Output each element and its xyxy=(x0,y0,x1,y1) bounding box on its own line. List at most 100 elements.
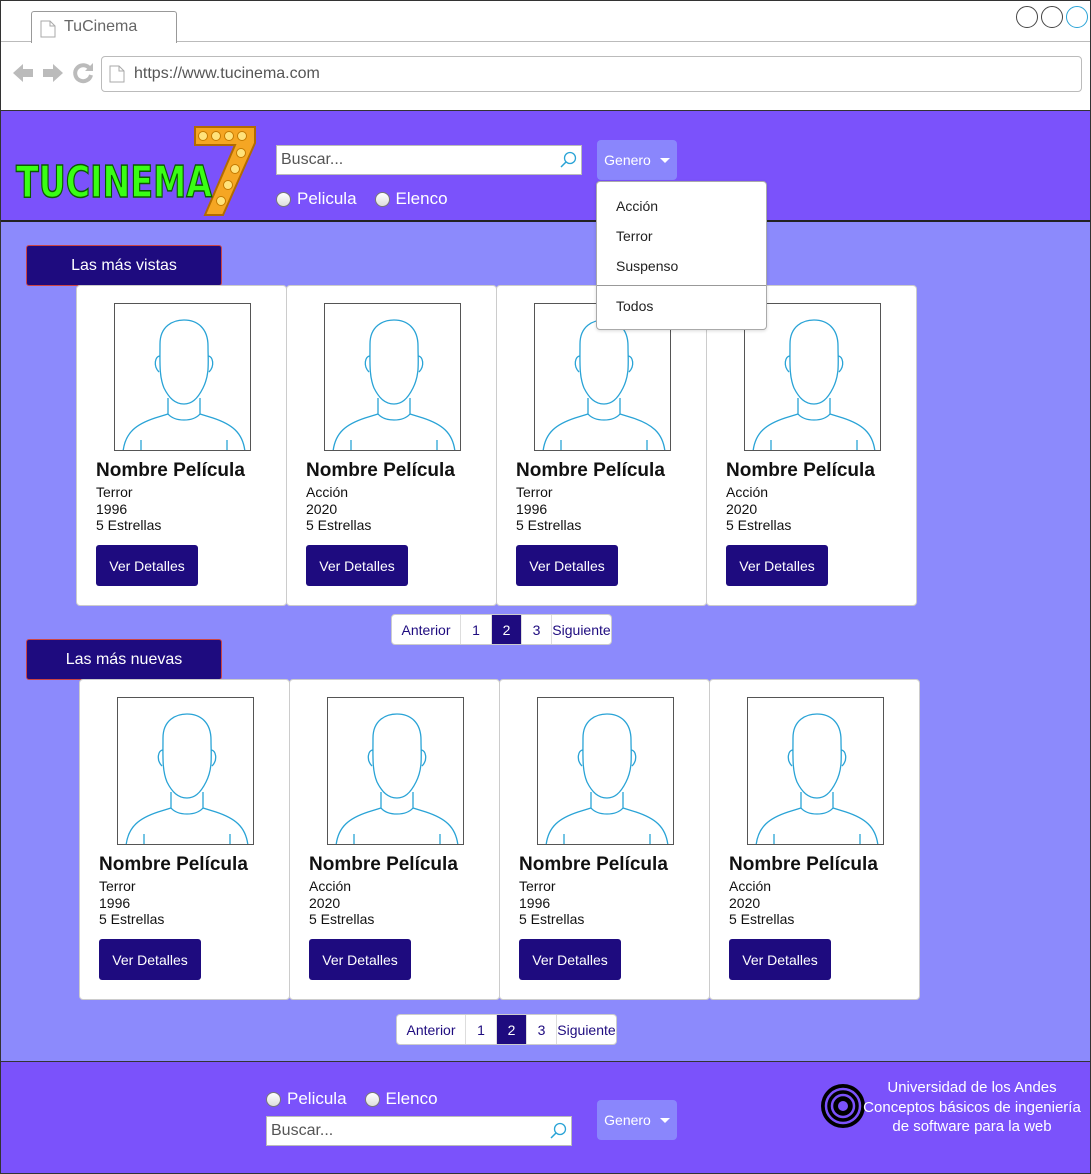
page-icon xyxy=(109,65,125,88)
movie-year: 1996 xyxy=(519,895,551,911)
radio-pelicula[interactable]: Pelicula xyxy=(266,1089,347,1109)
genre-menu-item[interactable]: Acción xyxy=(616,198,658,214)
radio-button[interactable] xyxy=(266,1091,281,1107)
site-footer: Pelicula Elenco Genero xyxy=(1,1061,1090,1173)
genre-menu-item[interactable]: Suspenso xyxy=(616,258,678,274)
movie-title: Nombre Película xyxy=(306,460,455,481)
search-input[interactable] xyxy=(267,1117,547,1145)
genre-dropdown-button[interactable]: Genero xyxy=(597,140,677,180)
movie-card: Nombre Película Terror 1996 5 Estrellas … xyxy=(496,285,707,606)
pagination-page[interactable]: 3 xyxy=(527,1015,557,1044)
radio-button[interactable] xyxy=(364,1091,380,1107)
back-arrow-icon[interactable] xyxy=(11,61,35,90)
person-placeholder-icon xyxy=(117,697,254,845)
magnifier-icon[interactable] xyxy=(559,151,577,174)
pagination-next[interactable]: Siguiente xyxy=(557,1015,616,1044)
radio-pelicula[interactable]: Pelicula xyxy=(276,189,357,209)
search-type-radios: Pelicula Elenco xyxy=(276,189,448,209)
movie-genre: Terror xyxy=(516,484,553,500)
details-button[interactable]: Ver Detalles xyxy=(99,939,201,980)
pagination: Anterior 1 2 3 Siguiente xyxy=(391,614,612,645)
movie-card: Nombre Película Acción 2020 5 Estrellas … xyxy=(706,285,917,606)
genre-menu-item-all[interactable]: Todos xyxy=(616,298,653,314)
details-button[interactable]: Ver Detalles xyxy=(726,545,828,586)
university-logo-icon xyxy=(819,1082,867,1130)
section-title-most-viewed: Las más vistas xyxy=(26,245,222,286)
nav-buttons xyxy=(11,61,95,90)
movie-rating: 5 Estrellas xyxy=(306,517,372,533)
pagination-next[interactable]: Siguiente xyxy=(552,615,611,644)
movie-title: Nombre Película xyxy=(519,854,668,875)
radio-elenco[interactable]: Elenco xyxy=(374,189,448,209)
minimize-button[interactable] xyxy=(1016,6,1038,28)
radio-label: Pelicula xyxy=(297,189,357,208)
radio-label: Pelicula xyxy=(287,1089,347,1108)
movie-rating: 5 Estrellas xyxy=(729,911,795,927)
magnifier-icon[interactable] xyxy=(549,1122,567,1145)
tucinema-logo[interactable]: TUCINEMA xyxy=(15,125,257,217)
movie-genre: Acción xyxy=(726,484,769,500)
movie-title: Nombre Película xyxy=(516,460,665,481)
radio-button[interactable] xyxy=(374,191,390,207)
details-button[interactable]: Ver Detalles xyxy=(306,545,408,586)
chevron-down-icon xyxy=(659,1117,670,1123)
radio-elenco[interactable]: Elenco xyxy=(364,1089,438,1109)
tab-title: TuCinema xyxy=(64,18,138,35)
chevron-down-icon xyxy=(659,157,670,163)
details-button[interactable]: Ver Detalles xyxy=(516,545,618,586)
genre-button-label: Genero xyxy=(604,152,651,168)
movie-genre: Acción xyxy=(309,878,352,894)
genre-button-label: Genero xyxy=(604,1112,651,1128)
genre-dropdown-button[interactable]: Genero xyxy=(597,1100,677,1140)
movie-title: Nombre Película xyxy=(96,460,245,481)
pagination-page-active[interactable]: 2 xyxy=(492,615,522,644)
header-search xyxy=(276,145,582,175)
pagination-page[interactable]: 3 xyxy=(522,615,552,644)
radio-label: Elenco xyxy=(395,189,448,208)
close-button[interactable] xyxy=(1066,6,1088,28)
details-button[interactable]: Ver Detalles xyxy=(309,939,411,980)
search-input[interactable] xyxy=(277,146,557,174)
movie-card: Nombre Película Terror 1996 5 Estrellas … xyxy=(76,285,287,606)
genre-menu-item[interactable]: Terror xyxy=(616,228,653,244)
browser-tab[interactable]: TuCinema xyxy=(31,11,177,43)
movie-title: Nombre Película xyxy=(729,854,878,875)
pagination-prev[interactable]: Anterior xyxy=(392,615,461,644)
genre-menu: Acción Terror Suspenso Todos xyxy=(596,181,767,330)
logo-text: TUCINEMA xyxy=(16,157,212,208)
browser-window: TuCinema https://www.tucinema.com TUCINE… xyxy=(0,0,1091,1174)
movie-rating: 5 Estrellas xyxy=(726,517,792,533)
person-placeholder-icon xyxy=(114,303,251,451)
movie-rating: 5 Estrellas xyxy=(516,517,582,533)
maximize-button[interactable] xyxy=(1041,6,1063,28)
movie-rating: 5 Estrellas xyxy=(519,911,585,927)
reload-icon[interactable] xyxy=(71,61,95,90)
address-bar[interactable]: https://www.tucinema.com xyxy=(101,56,1082,92)
forward-arrow-icon[interactable] xyxy=(41,61,65,90)
movie-genre: Acción xyxy=(306,484,349,500)
pagination-page[interactable]: 1 xyxy=(461,615,492,644)
movie-genre: Terror xyxy=(96,484,133,500)
movie-year: 1996 xyxy=(99,895,131,911)
section-title-newest: Las más nuevas xyxy=(26,639,222,680)
menu-divider xyxy=(597,285,766,286)
pagination: Anterior 1 2 3 Siguiente xyxy=(396,1014,617,1045)
details-button[interactable]: Ver Detalles xyxy=(519,939,621,980)
pagination-page[interactable]: 1 xyxy=(466,1015,497,1044)
movie-year: 2020 xyxy=(306,501,338,517)
radio-button[interactable] xyxy=(276,191,291,207)
movie-card: Nombre Película Acción 2020 5 Estrellas … xyxy=(289,679,500,1000)
movie-card: Nombre Película Terror 1996 5 Estrellas … xyxy=(79,679,290,1000)
details-button[interactable]: Ver Detalles xyxy=(96,545,198,586)
details-button[interactable]: Ver Detalles xyxy=(729,939,831,980)
movie-year: 2020 xyxy=(729,895,761,911)
movie-card: Nombre Película Terror 1996 5 Estrellas … xyxy=(499,679,710,1000)
pagination-prev[interactable]: Anterior xyxy=(397,1015,466,1044)
movie-card: Nombre Película Acción 2020 5 Estrellas … xyxy=(709,679,920,1000)
footer-search-type-radios: Pelicula Elenco xyxy=(266,1089,438,1109)
main-content: Las más vistas Nombre Película Terror 19… xyxy=(1,222,1090,1061)
pagination-page-active[interactable]: 2 xyxy=(497,1015,527,1044)
document-icon xyxy=(40,20,56,43)
university-info: Universidad de los Andes Conceptos básic… xyxy=(863,1078,1081,1137)
person-placeholder-icon xyxy=(747,697,884,845)
